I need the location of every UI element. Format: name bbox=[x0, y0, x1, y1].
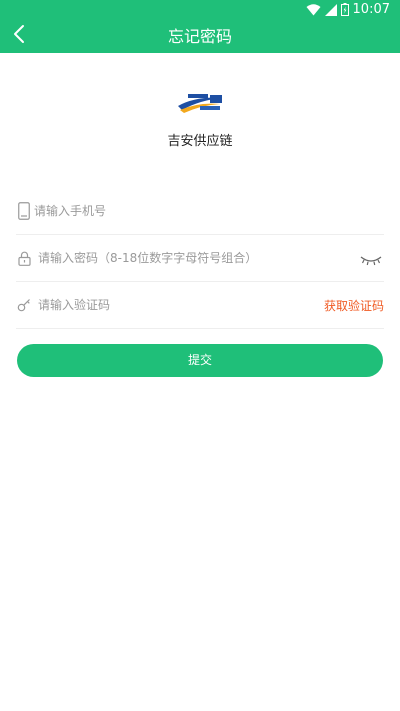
chevron-left-icon bbox=[13, 24, 25, 48]
password-input[interactable] bbox=[38, 243, 358, 273]
phone-field bbox=[16, 188, 384, 235]
password-field bbox=[16, 235, 384, 282]
code-field: 获取验证码 bbox=[16, 282, 384, 329]
signal-icon bbox=[324, 1, 337, 20]
status-icons: 10:07 bbox=[306, 2, 390, 18]
page-title: 忘记密码 bbox=[167, 27, 232, 46]
battery-icon bbox=[340, 1, 349, 20]
status-time: 10:07 bbox=[352, 2, 390, 17]
code-input[interactable] bbox=[38, 290, 288, 320]
status-bar: 10:07 bbox=[0, 0, 400, 20]
key-icon bbox=[16, 296, 32, 314]
get-code-button[interactable]: 获取验证码 bbox=[324, 297, 384, 314]
phone-icon bbox=[16, 202, 32, 220]
company-logo bbox=[176, 92, 226, 114]
back-button[interactable] bbox=[6, 23, 32, 49]
lock-icon bbox=[16, 249, 32, 267]
brand-name: 吉安供应链 bbox=[167, 134, 233, 149]
phone-input[interactable] bbox=[34, 196, 334, 226]
eye-closed-icon[interactable] bbox=[360, 251, 382, 266]
submit-button[interactable]: 提交 bbox=[17, 344, 383, 377]
app-bar: 忘记密码 bbox=[0, 20, 400, 53]
wifi-icon bbox=[306, 1, 321, 20]
